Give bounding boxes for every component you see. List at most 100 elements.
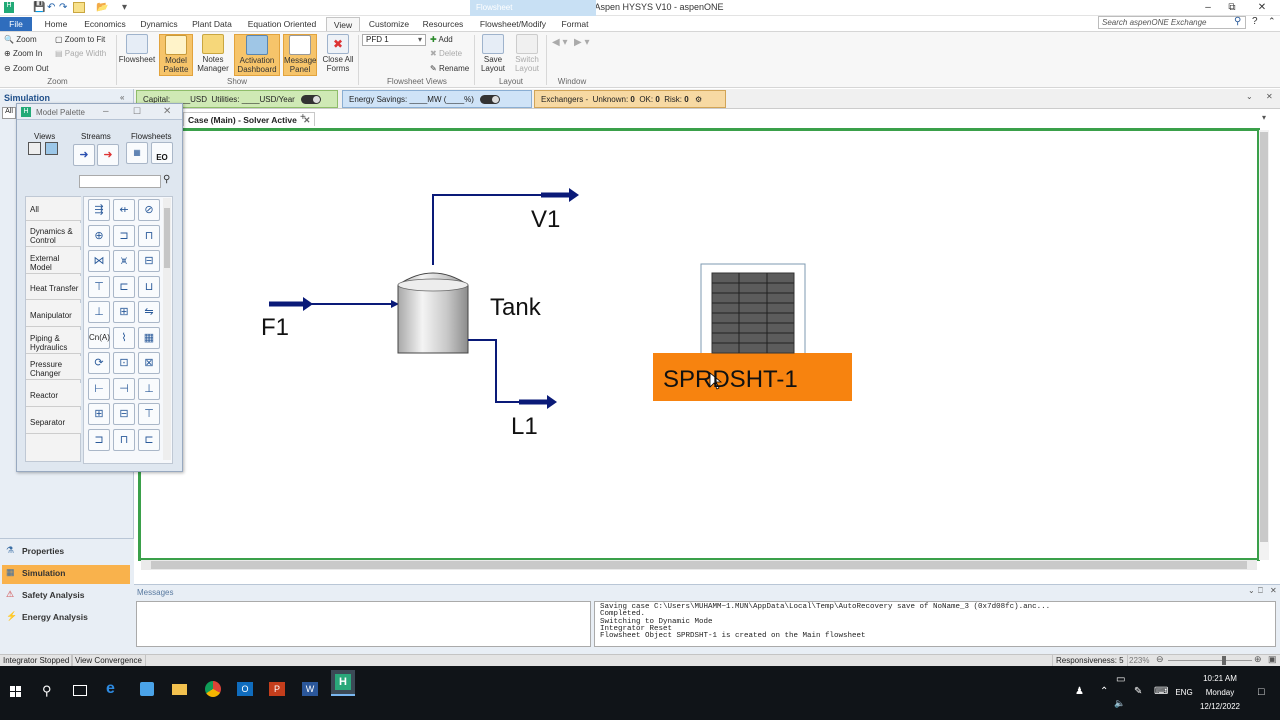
tab-case-main[interactable]: Case (Main) - Solver Active ✕ (183, 112, 316, 126)
expander-icon[interactable]: ⊓ (138, 224, 160, 247)
language-indicator[interactable]: ENG (1170, 688, 1198, 697)
tab-resources[interactable]: Resources (420, 17, 466, 31)
category-reactor[interactable]: Reactor (26, 383, 81, 407)
category-all[interactable]: All (26, 197, 81, 221)
palette-minimize-button[interactable]: – (103, 106, 109, 117)
activation-dashboard-button[interactable]: Activation Dashboard (234, 34, 280, 76)
zoom-button[interactable]: 🔍 Zoom (4, 33, 37, 46)
energy-toggle[interactable] (480, 95, 501, 105)
add-view-button[interactable]: ✚ Add (430, 33, 453, 46)
mixer-icon[interactable]: ⇶ (88, 199, 110, 221)
palette-scrollbar[interactable] (163, 198, 171, 460)
horizontal-scroll-thumb[interactable] (151, 561, 1247, 569)
window-forward-icon[interactable]: ▶ ▾ (574, 36, 590, 49)
grid-view-icon[interactable] (45, 142, 58, 155)
label-l1[interactable]: L1 (511, 413, 538, 441)
energy-panel[interactable]: Energy Savings: ____MW (____%) (342, 90, 532, 108)
tab-flowsheet-modify[interactable]: Flowsheet/Modify (474, 17, 552, 31)
tab-customize[interactable]: Customize (366, 17, 412, 31)
pfd-canvas[interactable]: F1 V1 L1 Tank SPRDSHT-1 (138, 128, 1260, 561)
zoom-in-status-icon[interactable]: ⊕ (1254, 654, 1262, 665)
category-pressure-changer[interactable]: Pressure Changer (26, 356, 81, 380)
material-stream-icon[interactable]: ➜ (73, 144, 95, 166)
cooler-icon[interactable]: ⩙ (113, 250, 135, 272)
chrome-icon[interactable] (205, 681, 221, 697)
exchangers-panel[interactable]: Exchangers - Unknown: 0 OK: 0 Risk: 0 ⚙ (534, 90, 726, 108)
pipe-icon[interactable]: ⊥ (88, 301, 110, 323)
notification-icon[interactable]: ▭ (1116, 674, 1125, 685)
rename-view-button[interactable]: ✎ Rename (430, 62, 469, 75)
list-view-icon[interactable] (28, 142, 41, 155)
cstr-icon[interactable]: ⊞ (113, 301, 135, 323)
flowsheet-button[interactable]: Flowsheet (118, 34, 156, 76)
eo-subflowsheet-icon[interactable]: EO (151, 142, 173, 164)
spreadsheet-icon[interactable]: ▦ (138, 326, 160, 349)
messages-log[interactable]: Saving case C:\Users\MUHAMM~1.MUN\AppDat… (594, 601, 1276, 647)
label-spreadsheet[interactable]: SPRDSHT-1 (663, 366, 798, 394)
maximize-button[interactable]: ⧉ (1222, 2, 1242, 13)
vertical-scroll-thumb[interactable] (1260, 132, 1268, 542)
action-center-icon[interactable]: □ (1258, 686, 1265, 698)
zoom-out-status-icon[interactable]: ⊖ (1156, 654, 1164, 665)
people-icon[interactable]: ♟ (1075, 686, 1084, 697)
palette-search-input[interactable] (79, 175, 161, 188)
capital-toggle[interactable] (301, 95, 322, 105)
search-icon[interactable]: ⚲ (42, 683, 52, 699)
label-v1[interactable]: V1 (531, 206, 560, 234)
recycle-icon[interactable]: Cn(A) (88, 326, 110, 349)
set-icon[interactable]: ⊠ (138, 352, 160, 374)
tab-file[interactable]: File (0, 17, 32, 31)
gauge-icon[interactable]: ⚙ (695, 95, 702, 104)
page-width-button[interactable]: ▤ Page Width (55, 47, 106, 60)
messages-pin-icon[interactable]: ⎕ (1258, 586, 1263, 596)
category-dynamics-control[interactable]: Dynamics & Control (26, 223, 81, 247)
volume-icon[interactable]: 🔈 (1114, 698, 1125, 709)
heater-icon[interactable]: ⋈ (88, 250, 110, 272)
minimize-button[interactable]: – (1198, 2, 1218, 13)
costbar-collapse-icon[interactable]: ⌄ (1246, 92, 1253, 101)
horizontal-scrollbar[interactable] (141, 560, 1257, 570)
close-all-forms-button[interactable]: ✖ Close All Forms (320, 34, 356, 76)
nav-collapse-icon[interactable]: « (120, 93, 124, 102)
category-separator[interactable]: Separator (26, 410, 81, 434)
hysys-taskbar-button[interactable]: H (331, 670, 355, 694)
fit-status-icon[interactable]: ▣ (1268, 654, 1277, 665)
exchange-search-input[interactable]: Search aspenONE Exchange (1098, 16, 1246, 29)
relief-icon[interactable]: ⊤ (138, 403, 160, 425)
palette-scroll-thumb[interactable] (164, 208, 170, 268)
reboiler-icon[interactable]: ⊞ (88, 403, 110, 425)
task-view-icon[interactable] (73, 685, 87, 696)
nav-safety-analysis[interactable]: Safety Analysis (2, 587, 130, 606)
powerpoint-icon[interactable]: P (269, 682, 285, 696)
absorber-icon[interactable]: ⊣ (113, 377, 135, 400)
costbar-close-icon[interactable]: ✕ (1266, 92, 1273, 101)
tee-icon[interactable]: ⇷ (113, 199, 135, 221)
energy-stream-icon[interactable]: ➜ (97, 144, 119, 166)
nav-filter[interactable]: All (2, 107, 16, 119)
nav-properties[interactable]: Properties (2, 543, 130, 562)
pfd-select[interactable]: PFD 1 ▾ (362, 34, 426, 46)
nav-energy-analysis[interactable]: Energy Analysis (2, 609, 130, 628)
search-icon[interactable]: ⚲ (163, 174, 175, 187)
category-manipulator[interactable]: Manipulator (26, 303, 81, 327)
switch-layout-button[interactable]: Switch Layout (511, 34, 543, 76)
clock-date[interactable]: 12/12/2022 (1196, 702, 1244, 711)
ejector-icon[interactable]: ⊏ (138, 428, 160, 451)
palette-maximize-button[interactable]: ☐ (133, 106, 141, 117)
category-external-model[interactable]: External Model (26, 250, 81, 274)
separator-icon[interactable]: ⊢ (88, 377, 110, 400)
zoom-to-fit-button[interactable]: ▢ Zoom to Fit (55, 33, 105, 46)
ribbon-collapse-icon[interactable]: ⌃ (1268, 16, 1276, 27)
edge-icon[interactable]: e (106, 680, 115, 698)
tab-dynamics[interactable]: Dynamics (138, 17, 180, 31)
tab-list-icon[interactable]: ▾ (1262, 113, 1266, 122)
distillation-icon[interactable]: ⊥ (138, 377, 160, 400)
condenser-icon[interactable]: ⊟ (113, 403, 135, 425)
valve-icon[interactable]: ⊘ (138, 199, 160, 221)
stream-f1[interactable] (269, 297, 399, 311)
exchanger-icon[interactable]: ⊟ (138, 250, 160, 272)
tab-view[interactable]: View (326, 17, 360, 31)
palette-close-button[interactable]: ✕ (163, 106, 171, 117)
zoom-in-button[interactable]: ⊕ Zoom In (4, 47, 42, 60)
close-window-button[interactable]: ✕ (1252, 2, 1272, 13)
